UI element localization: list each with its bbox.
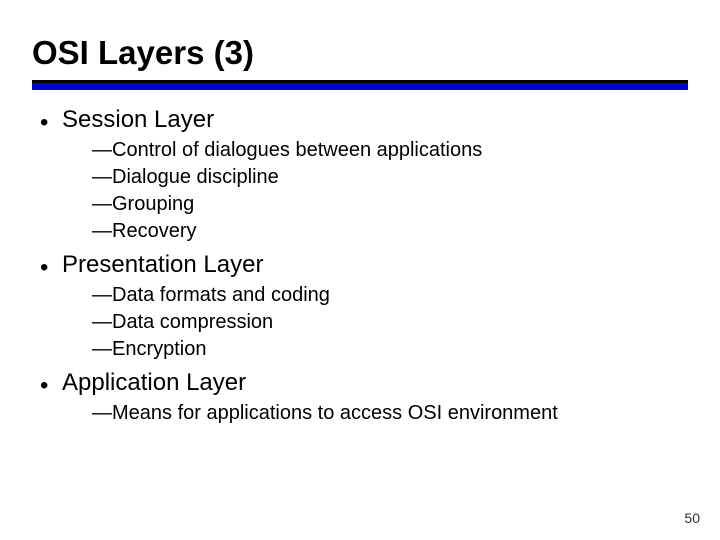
- dash-icon: —: [92, 400, 112, 427]
- dash-icon: —: [92, 336, 112, 363]
- item-text: Grouping: [112, 191, 194, 218]
- page-number: 50: [684, 510, 700, 526]
- sub-list-session: —Control of dialogues between applicatio…: [92, 137, 680, 245]
- list-item: —Encryption: [92, 336, 680, 363]
- dash-icon: —: [92, 309, 112, 336]
- list-item: —Data formats and coding: [92, 282, 680, 309]
- bullet-heading: Session Layer: [62, 106, 214, 134]
- title-rule-blue: [32, 83, 688, 90]
- item-text: Means for applications to access OSI env…: [112, 400, 558, 427]
- bullet-heading: Presentation Layer: [62, 251, 263, 279]
- item-text: Control of dialogues between application…: [112, 137, 482, 164]
- slide-title: OSI Layers (3): [32, 34, 254, 72]
- item-text: Recovery: [112, 218, 196, 245]
- dash-icon: —: [92, 218, 112, 245]
- slide-body: • Session Layer —Control of dialogues be…: [40, 100, 680, 427]
- bullet-presentation: • Presentation Layer: [40, 251, 680, 280]
- dash-icon: —: [92, 282, 112, 309]
- item-text: Encryption: [112, 336, 207, 363]
- item-text: Data compression: [112, 309, 273, 336]
- list-item: —Means for applications to access OSI en…: [92, 400, 680, 427]
- list-item: —Grouping: [92, 191, 680, 218]
- bullet-icon: •: [40, 369, 62, 398]
- list-item: —Recovery: [92, 218, 680, 245]
- bullet-icon: •: [40, 251, 62, 280]
- bullet-icon: •: [40, 106, 62, 135]
- item-text: Data formats and coding: [112, 282, 330, 309]
- bullet-session: • Session Layer: [40, 106, 680, 135]
- list-item: —Data compression: [92, 309, 680, 336]
- dash-icon: —: [92, 164, 112, 191]
- bullet-heading: Application Layer: [62, 369, 246, 397]
- dash-icon: —: [92, 137, 112, 164]
- list-item: —Dialogue discipline: [92, 164, 680, 191]
- dash-icon: —: [92, 191, 112, 218]
- sub-list-application: —Means for applications to access OSI en…: [92, 400, 680, 427]
- list-item: —Control of dialogues between applicatio…: [92, 137, 680, 164]
- sub-list-presentation: —Data formats and coding —Data compressi…: [92, 282, 680, 363]
- bullet-application: • Application Layer: [40, 369, 680, 398]
- slide: OSI Layers (3) • Session Layer —Control …: [0, 0, 720, 540]
- item-text: Dialogue discipline: [112, 164, 279, 191]
